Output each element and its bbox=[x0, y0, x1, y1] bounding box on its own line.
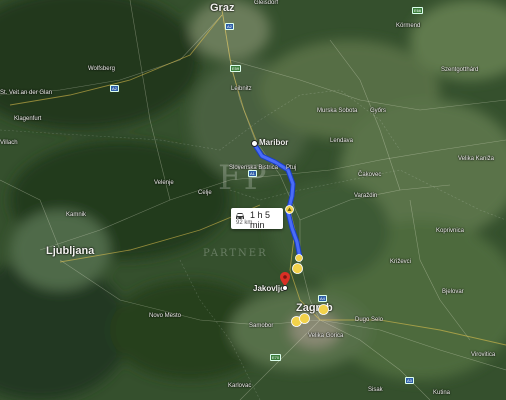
place-label-ptuj: Ptuj bbox=[286, 165, 297, 171]
road-badge-a2: A2 bbox=[225, 23, 234, 30]
place-label-leibnitz: Leibnitz bbox=[231, 86, 252, 92]
place-label-koprivnica: Koprivnica bbox=[436, 228, 465, 234]
place-label-krizevci: Križevci bbox=[390, 259, 412, 265]
watermark-logo: FP bbox=[218, 158, 269, 198]
road-badge-a4: A4 bbox=[318, 295, 327, 302]
place-label-varazdin: Varaždin bbox=[354, 193, 378, 199]
place-label-velika-kanizsa: Velika Kaniža bbox=[458, 156, 495, 162]
place-label-lendava: Lendava bbox=[330, 138, 354, 144]
map-view[interactable]: FP PARTNER Graz Ljubljana Zagreb Maribor… bbox=[0, 0, 506, 400]
road-badge-a2-west: A2 bbox=[110, 85, 119, 92]
place-label-novo-mesto: Novo Mesto bbox=[149, 313, 182, 319]
road-badge-e66: E66 bbox=[412, 7, 424, 14]
place-label-kamnik: Kamnik bbox=[66, 212, 87, 218]
car-icon bbox=[236, 213, 244, 219]
place-marker-icon[interactable] bbox=[318, 304, 329, 315]
place-label-celje: Celje bbox=[198, 190, 212, 196]
place-label-sisak: Sisak bbox=[368, 387, 383, 393]
camera-icon[interactable] bbox=[295, 254, 303, 262]
terrain-layer bbox=[0, 0, 506, 400]
place-marker-icon[interactable] bbox=[292, 263, 303, 274]
road-badge-e70: E70 bbox=[270, 354, 282, 361]
route-destination-marker[interactable] bbox=[282, 285, 288, 291]
route-distance: 92 km bbox=[236, 220, 253, 226]
place-label-murska-sobota: Murska Sobota bbox=[317, 108, 358, 114]
watermark-text: PARTNER bbox=[203, 248, 268, 259]
city-label-ljubljana[interactable]: Ljubljana bbox=[46, 246, 94, 257]
place-label-samobor: Samobor bbox=[249, 323, 274, 329]
place-label-bjelovar: Bjelovar bbox=[442, 289, 464, 295]
place-label-kormend: Körmend bbox=[396, 23, 421, 29]
place-label-wolfsberg: Wolfsberg bbox=[88, 66, 115, 72]
place-label-st-veit: St. Veit an der Glan bbox=[0, 90, 53, 96]
place-label-szentgotthard: Szentgotthárd bbox=[441, 67, 479, 73]
city-label-maribor[interactable]: Maribor bbox=[259, 139, 288, 147]
route-duration: 1 h 5 min bbox=[250, 210, 271, 230]
place-label-villach: Villach bbox=[0, 140, 18, 146]
route-origin-marker[interactable] bbox=[251, 140, 258, 147]
city-label-graz[interactable]: Graz bbox=[210, 3, 234, 14]
road-badge-e59: E59 bbox=[230, 65, 242, 72]
road-badge-a3: A3 bbox=[405, 377, 414, 384]
place-label-klagenfurt: Klagenfurt bbox=[14, 116, 42, 122]
city-label-jakovlje[interactable]: Jakovlje bbox=[253, 285, 285, 293]
place-marker-icon[interactable] bbox=[299, 313, 310, 324]
place-label-velenje: Velenje bbox=[154, 180, 174, 186]
place-label-karlovac: Karlovac bbox=[228, 383, 252, 389]
place-label-gleisdorf: Gleisdorf bbox=[254, 0, 279, 6]
route-info-box[interactable]: 1 h 5 min 92 km bbox=[231, 208, 283, 230]
destination-pin-icon[interactable] bbox=[280, 272, 290, 286]
place-label-kutina: Kutina bbox=[433, 390, 451, 396]
place-label-virovitica: Virovitica bbox=[471, 352, 496, 358]
place-label-cakovec: Čakovec bbox=[358, 172, 382, 178]
road-badge-a1: A1 bbox=[248, 170, 257, 177]
place-label-velika-gorica: Velika Gorica bbox=[308, 333, 344, 339]
place-label-dugo-selo: Dugo Selo bbox=[355, 317, 384, 323]
toll-icon[interactable] bbox=[285, 205, 294, 214]
place-label-gyorsa: Győrs bbox=[370, 108, 387, 114]
